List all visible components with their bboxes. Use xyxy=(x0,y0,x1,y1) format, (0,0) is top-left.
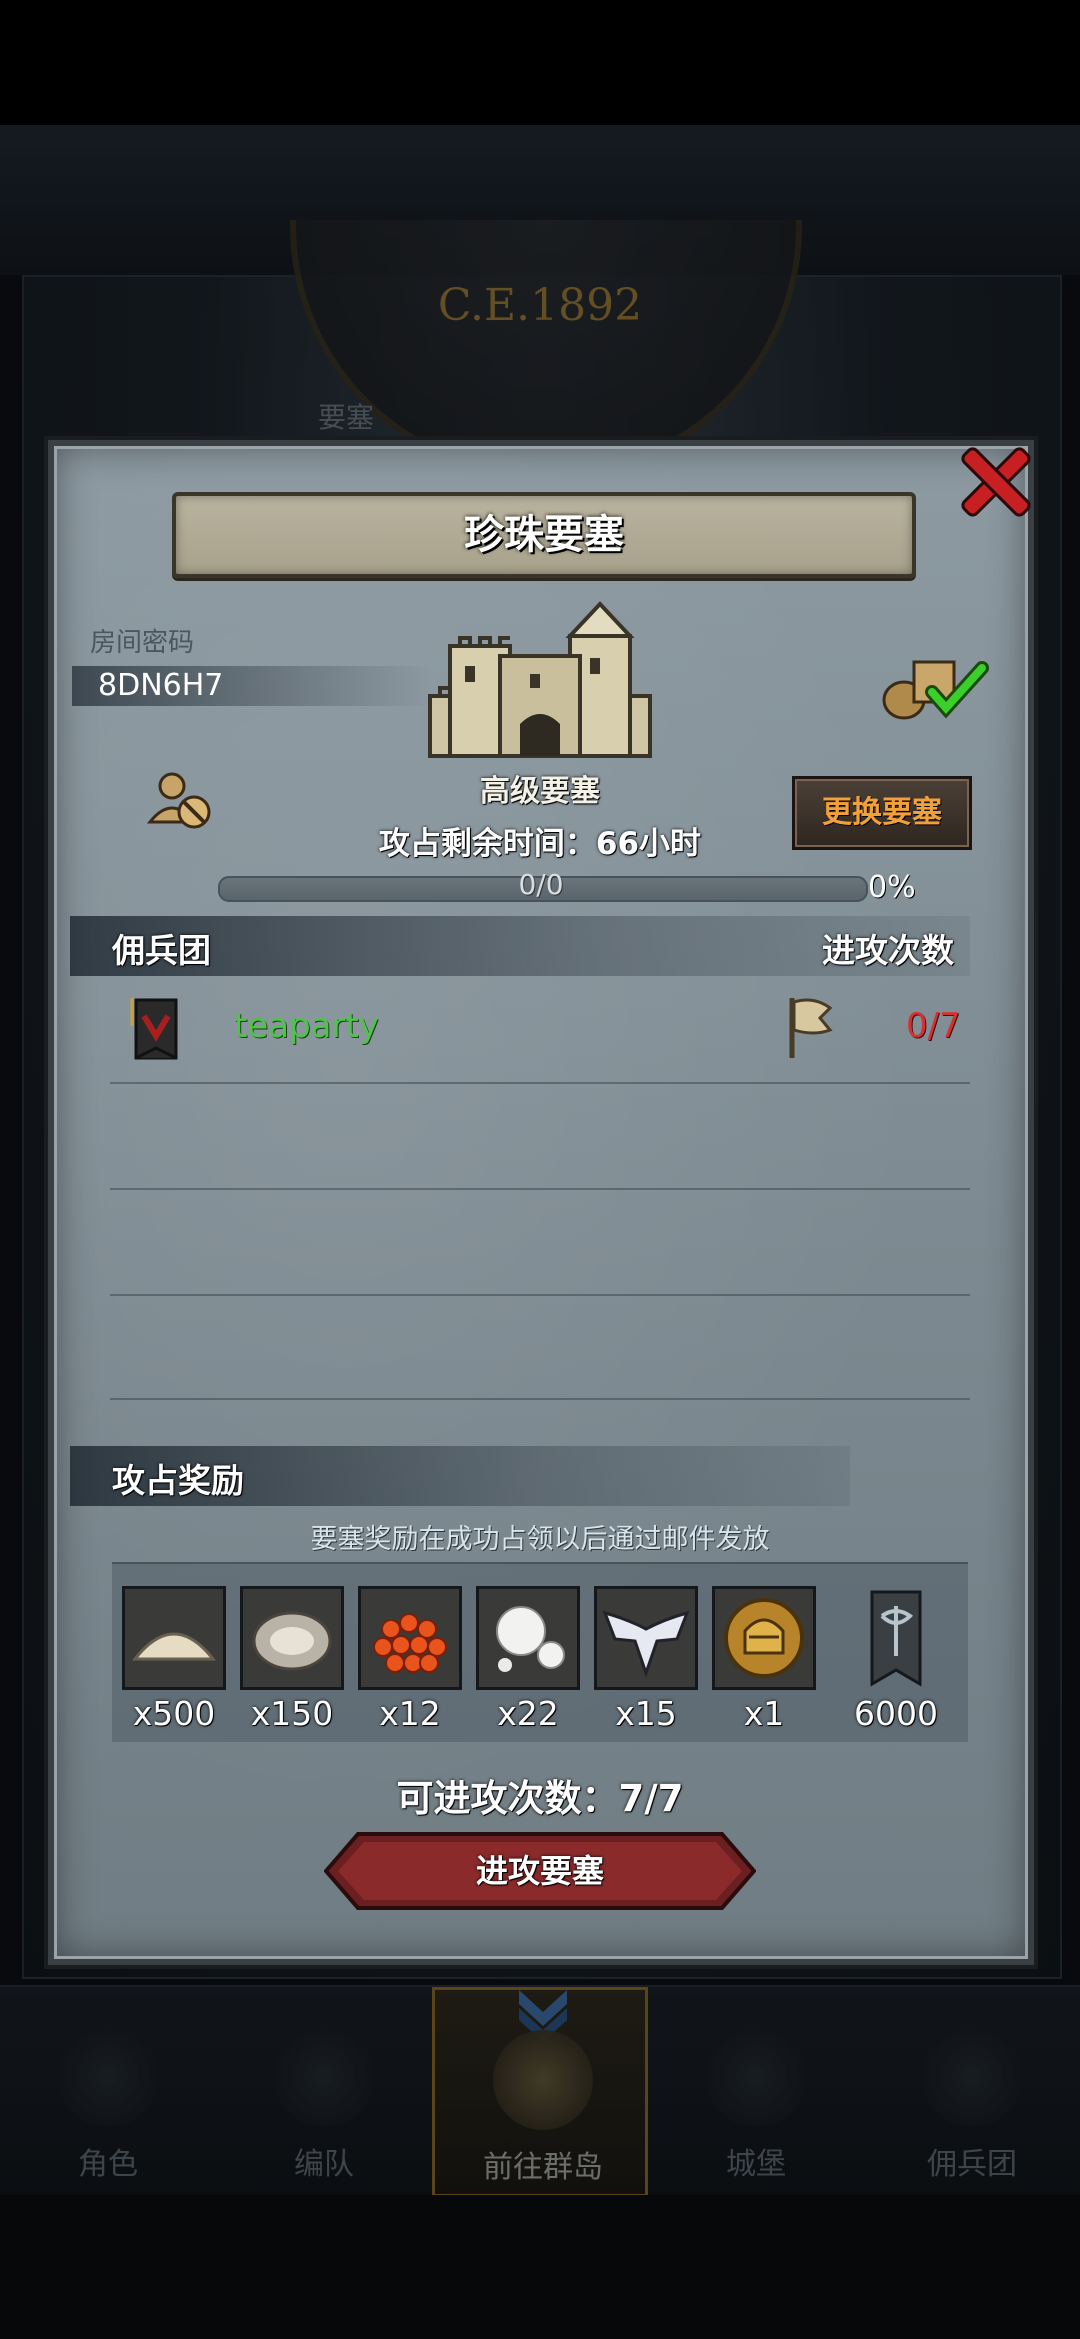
list-item[interactable]: teaparty 0/7 xyxy=(110,990,980,1070)
row-divider xyxy=(110,1082,970,1084)
capture-time-remaining: 攻占剩余时间：66小时 xyxy=(378,826,702,862)
reward-quantity: x15 xyxy=(615,1694,677,1733)
row-divider xyxy=(110,1188,970,1190)
attack-count-header: 进攻次数 xyxy=(822,931,954,970)
reward-icon-frame xyxy=(240,1586,344,1690)
room-code[interactable]: 8DN6H7 xyxy=(98,668,223,703)
close-button[interactable] xyxy=(955,440,1035,520)
reward-quantity: x150 xyxy=(250,1694,334,1733)
mercenary-attack-count: 0/7 xyxy=(906,1006,961,1046)
remaining-attacks: 可进攻次数：7/7 xyxy=(396,1777,684,1820)
mercenary-header: 佣兵团 xyxy=(112,931,211,970)
banner-icon xyxy=(870,1590,922,1687)
guild-banner-icon xyxy=(130,998,178,1060)
reward-icon-frame xyxy=(358,1586,462,1690)
reward-icon-frame xyxy=(844,1586,948,1690)
reward-icon-frame xyxy=(476,1586,580,1690)
row-divider xyxy=(110,1398,970,1400)
attack-fortress-button[interactable]: 进攻要塞 xyxy=(324,1832,756,1910)
title-plaque: 珍珠要塞 xyxy=(172,492,916,578)
reward-item[interactable]: x15 xyxy=(594,1586,698,1733)
reward-icon-frame xyxy=(712,1586,816,1690)
attack-fortress-label: 进攻要塞 xyxy=(475,1852,604,1890)
reward-item[interactable]: 6000 xyxy=(844,1586,948,1733)
supply-share-icon[interactable] xyxy=(880,654,992,722)
roe-icon xyxy=(361,1589,459,1687)
reward-item[interactable]: x500 xyxy=(122,1586,226,1733)
fortress-icon xyxy=(428,601,652,758)
reward-quantity: x22 xyxy=(497,1694,559,1733)
sand-icon xyxy=(125,1589,223,1687)
reward-item[interactable]: x150 xyxy=(240,1586,344,1733)
reward-quantity: 6000 xyxy=(854,1694,938,1733)
progress-count: 0/0 xyxy=(518,868,564,901)
golden-helmet-coin-icon xyxy=(715,1589,813,1687)
reward-item[interactable]: x12 xyxy=(358,1586,462,1733)
reward-icon-frame xyxy=(594,1586,698,1690)
dialog-title: 珍珠要塞 xyxy=(464,512,624,558)
rewards-header: 攻占奖励 xyxy=(112,1461,244,1500)
reward-quantity: x12 xyxy=(379,1694,441,1733)
reward-quantity: x1 xyxy=(743,1694,785,1733)
flag-icon xyxy=(789,998,833,1058)
reward-icon-frame xyxy=(122,1586,226,1690)
row-divider xyxy=(110,1294,970,1296)
reward-item[interactable]: x22 xyxy=(476,1586,580,1733)
mercenary-name: teaparty xyxy=(234,1006,379,1046)
winged-crest-icon xyxy=(597,1589,695,1687)
reward-item[interactable]: x1 xyxy=(712,1586,816,1733)
room-password-label: 房间密码 xyxy=(90,628,195,658)
oyster-icon xyxy=(243,1589,341,1687)
reward-quantity: x500 xyxy=(132,1694,216,1733)
progress-percent: 0% xyxy=(868,870,916,905)
rewards-note: 要塞奖励在成功占领以后通过邮件发放 xyxy=(310,1524,770,1555)
pearl-icon xyxy=(479,1589,577,1687)
